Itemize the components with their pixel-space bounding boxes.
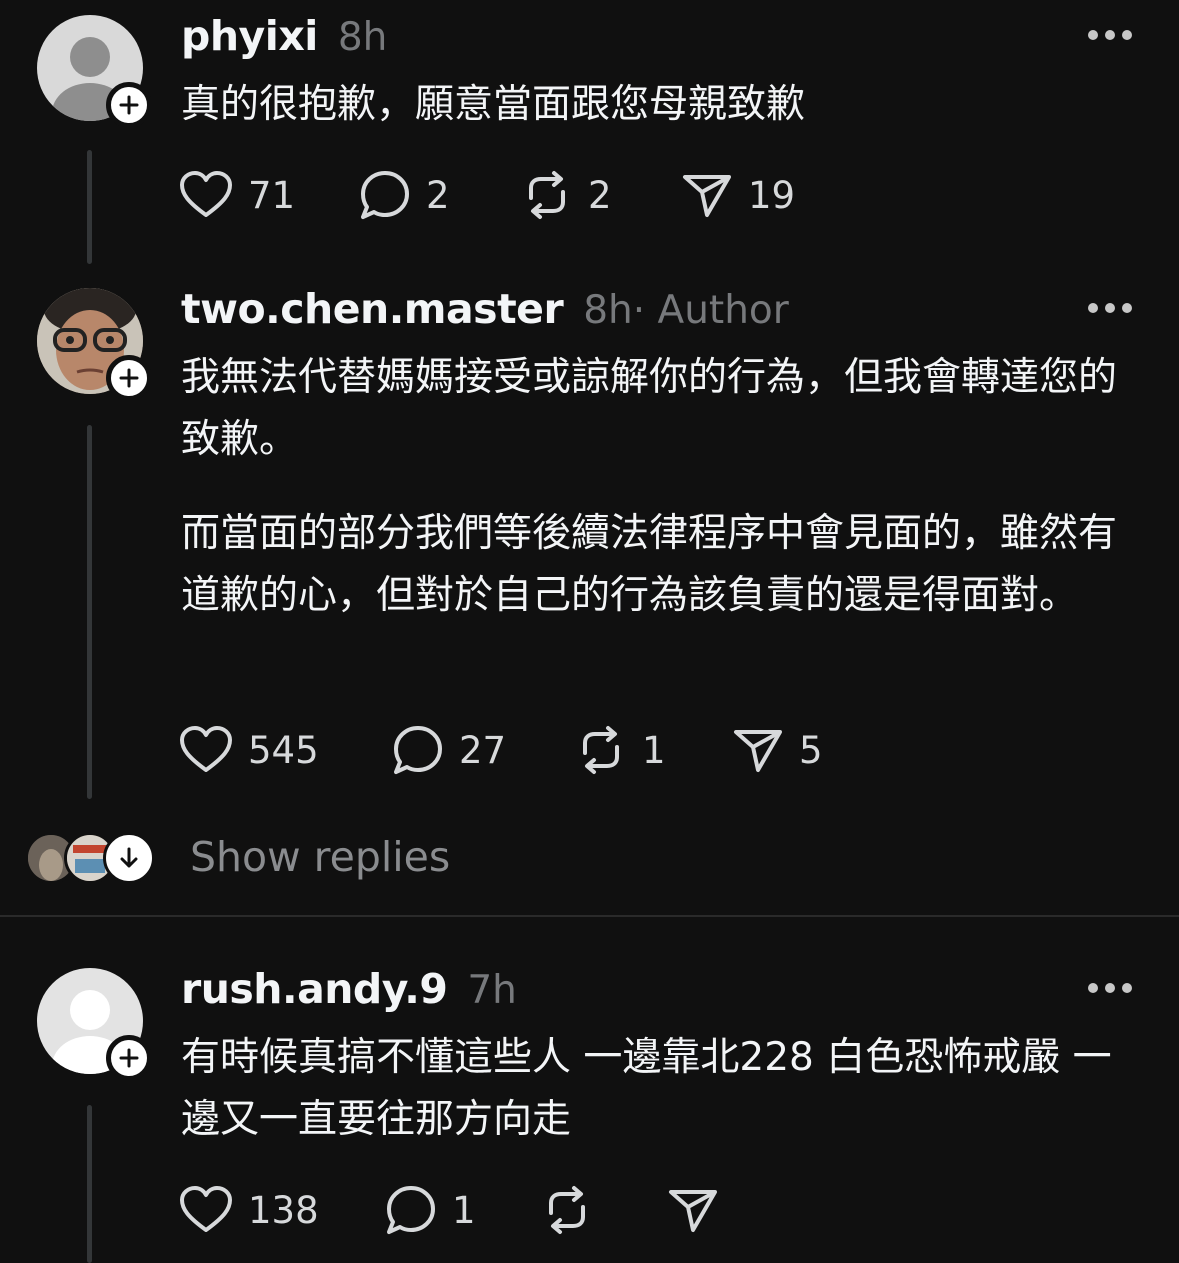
reply-button[interactable]: 27: [391, 720, 506, 780]
author-label: · Author: [632, 288, 789, 333]
reply-button[interactable]: 2: [358, 165, 450, 225]
repost-icon: [583, 726, 619, 774]
share-button[interactable]: 5: [731, 720, 823, 780]
share-count: 19: [748, 173, 796, 217]
repost-count: 1: [642, 728, 666, 772]
repost-button[interactable]: 1: [574, 720, 666, 780]
more-button[interactable]: [1088, 303, 1132, 315]
thread-line: [87, 425, 92, 799]
send-icon: [683, 175, 731, 217]
send-icon: [734, 730, 782, 772]
follow-button[interactable]: [106, 355, 152, 401]
reply-count: 2: [426, 173, 450, 217]
like-count: 545: [248, 728, 319, 772]
thread-line: [87, 150, 92, 264]
like-button[interactable]: 138: [178, 1180, 319, 1240]
plus-icon: [119, 1048, 139, 1068]
post-header: phyixi 8h: [181, 12, 387, 60]
repost-icon: [529, 171, 565, 219]
post-text: 有時候真搞不懂這些人 一邊靠北228 白色恐怖戒嚴 一邊又一直要往那方向走: [181, 1027, 1131, 1151]
arrow-down-icon: [120, 847, 138, 868]
post-text: 真的很抱歉，願意當面跟您母親致歉: [181, 74, 1131, 136]
show-replies-row[interactable]: Show replies: [0, 825, 1179, 891]
post-header: two.chen.master 8h · Author: [181, 285, 789, 333]
show-replies-arrow: [103, 832, 155, 884]
like-count: 138: [248, 1188, 319, 1232]
thread-line: [87, 1105, 92, 1263]
like-button[interactable]: 71: [178, 165, 295, 225]
post-paragraph: 而當面的部分我們等後續法律程序中會見面的，雖然有道歉的心，但對於自己的行為該負責…: [181, 511, 1118, 618]
follow-button[interactable]: [106, 1035, 152, 1081]
post-paragraph: 我無法代替媽媽接受或諒解你的行為，但我會轉達您的致歉。: [181, 355, 1118, 462]
timestamp: 8h: [337, 15, 388, 60]
more-button[interactable]: [1088, 983, 1132, 995]
comment-icon: [387, 1186, 435, 1234]
heart-icon: [180, 1186, 232, 1232]
post-paragraph: 真的很抱歉，願意當面跟您母親致歉: [181, 82, 806, 127]
username[interactable]: phyixi: [181, 12, 318, 60]
reply-button[interactable]: 1: [384, 1180, 476, 1240]
like-count: 71: [248, 173, 296, 217]
post-header: rush.andy.9 7h: [181, 965, 517, 1013]
share-button[interactable]: 19: [680, 165, 795, 225]
comment-icon: [361, 171, 409, 219]
more-button[interactable]: [1088, 30, 1132, 42]
reply-count: 1: [452, 1188, 476, 1232]
timestamp: 7h: [467, 968, 517, 1013]
plus-icon: [119, 95, 139, 115]
comment-icon: [394, 726, 442, 774]
like-button[interactable]: 545: [178, 720, 319, 780]
follow-button[interactable]: [106, 82, 152, 128]
username[interactable]: rush.andy.9: [181, 965, 448, 1013]
divider: [0, 915, 1179, 917]
repost-icon: [549, 1186, 585, 1234]
heart-icon: [180, 726, 232, 772]
show-replies-label[interactable]: Show replies: [190, 833, 450, 881]
share-button[interactable]: [666, 1180, 734, 1240]
reply-count: 27: [459, 728, 507, 772]
send-icon: [669, 1190, 717, 1232]
repost-button[interactable]: [540, 1180, 608, 1240]
heart-icon: [180, 171, 232, 217]
timestamp: 8h: [583, 288, 633, 333]
plus-icon: [119, 368, 139, 388]
share-count: 5: [799, 728, 823, 772]
username[interactable]: two.chen.master: [181, 285, 564, 333]
post-paragraph: 有時候真搞不懂這些人 一邊靠北228 白色恐怖戒嚴 一邊又一直要往那方向走: [181, 1035, 1112, 1142]
repost-count: 2: [588, 173, 612, 217]
repost-button[interactable]: 2: [520, 165, 612, 225]
post-text: 我無法代替媽媽接受或諒解你的行為，但我會轉達您的致歉。 而當面的部分我們等後續法…: [181, 347, 1131, 627]
